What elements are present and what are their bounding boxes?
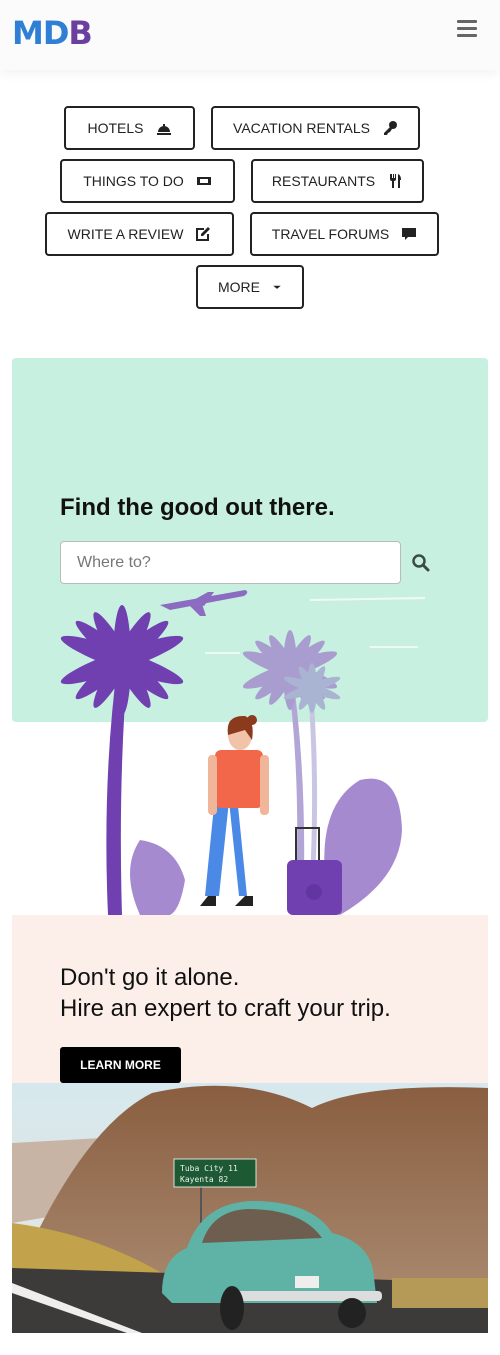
hotels-button[interactable]: HOTELS [64, 106, 195, 150]
search-input[interactable] [60, 541, 401, 584]
edit-icon [196, 227, 211, 241]
traveler-woman [200, 715, 269, 906]
sign-line-1: Tuba City 11 [180, 1164, 238, 1173]
caret-down-icon [273, 285, 281, 289]
restaurants-button[interactable]: RESTAURANTS [251, 159, 424, 203]
sign-line-2: Kayenta 82 [180, 1175, 228, 1184]
bell-concierge-icon [156, 124, 171, 135]
button-label: TRAVEL FORUMS [271, 226, 390, 242]
heading-line: Don't go it alone. [60, 964, 240, 991]
comment-icon [402, 228, 417, 240]
expert-heading: Don't go it alone. Hire an expert to craf… [60, 962, 391, 1024]
button-label: THINGS TO DO [83, 173, 184, 189]
button-label: HOTELS [87, 120, 144, 136]
key-icon [383, 121, 397, 135]
travel-forums-button[interactable]: TRAVEL FORUMS [250, 212, 439, 256]
vacation-rentals-button[interactable]: VACATION RENTALS [211, 106, 420, 150]
write-a-review-button[interactable]: WRITE A REVIEW [45, 212, 234, 256]
more-dropdown-button[interactable]: MORE [196, 265, 304, 309]
navbar: MDB [0, 0, 500, 70]
hero-title: Find the good out there. [60, 494, 335, 521]
button-label: WRITE A REVIEW [67, 226, 184, 242]
logo[interactable]: MDB [12, 14, 93, 52]
travel-illustration [60, 590, 426, 915]
utensils-icon [390, 174, 402, 188]
button-label: RESTAURANTS [271, 173, 376, 189]
button-label: MORE [218, 279, 260, 295]
airplane [160, 590, 248, 616]
road-trip-photo: Tuba City 11 Kayenta 82 [12, 1083, 488, 1333]
button-label: VACATION RENTALS [233, 120, 370, 136]
hamburger-icon[interactable] [457, 20, 477, 38]
ticket-icon [196, 177, 211, 185]
learn-more-button[interactable]: LEARN MORE [60, 1047, 181, 1083]
search-icon[interactable] [410, 552, 432, 574]
things-to-do-button[interactable]: THINGS TO DO [60, 159, 235, 203]
heading-line: Hire an expert to craft your trip. [60, 995, 391, 1022]
